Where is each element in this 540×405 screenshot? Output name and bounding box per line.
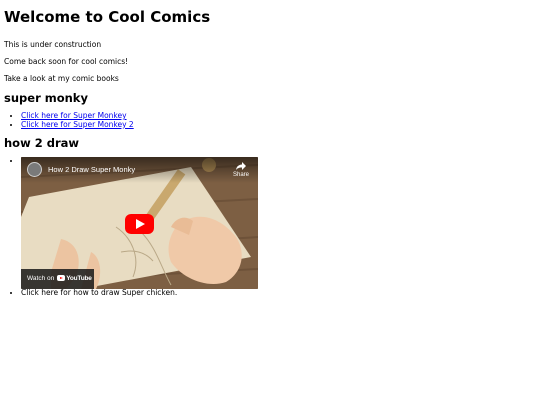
how-2-draw-heading: how 2 draw: [4, 136, 80, 150]
video-title[interactable]: How 2 Draw Super Monky: [48, 165, 135, 175]
list-item: How 2 Draw Super Monky Share Watch on You…: [21, 157, 540, 289]
youtube-video-embed[interactable]: How 2 Draw Super Monky Share Watch on You…: [21, 157, 258, 289]
watch-on-youtube-button[interactable]: Watch on YouTube: [21, 269, 94, 289]
super-monkey-link-list: Click here for Super Monkey Click here f…: [4, 111, 540, 130]
youtube-logo-icon: [57, 275, 66, 282]
comic-books-text: Take a look at my comic books: [4, 74, 119, 83]
list-item: Click here for Super Monkey 2: [21, 120, 540, 130]
super-monkey-2-link[interactable]: Click here for Super Monkey 2: [21, 120, 134, 129]
super-monky-heading: super monky: [4, 91, 88, 105]
share-icon: [236, 162, 246, 170]
page-title: Welcome to Cool Comics: [4, 8, 211, 26]
list-item: Click here for how to draw Super chicken…: [21, 288, 540, 298]
share-label: Share: [232, 172, 249, 178]
youtube-brand-label: YouTube: [66, 275, 92, 282]
how-2-draw-list: How 2 Draw Super Monky Share Watch on You…: [4, 157, 540, 298]
construction-text: This is under construction: [4, 40, 102, 49]
page: Welcome to Cool Comics This is under con…: [0, 0, 540, 405]
channel-avatar-icon[interactable]: [27, 162, 42, 177]
play-icon[interactable]: [125, 214, 154, 234]
watch-on-label: Watch on: [27, 275, 55, 282]
super-chicken-caption: Click here for how to draw Super chicken…: [21, 288, 178, 297]
come-back-text: Come back soon for cool comics!: [4, 57, 129, 66]
share-button[interactable]: Share: [231, 162, 251, 180]
